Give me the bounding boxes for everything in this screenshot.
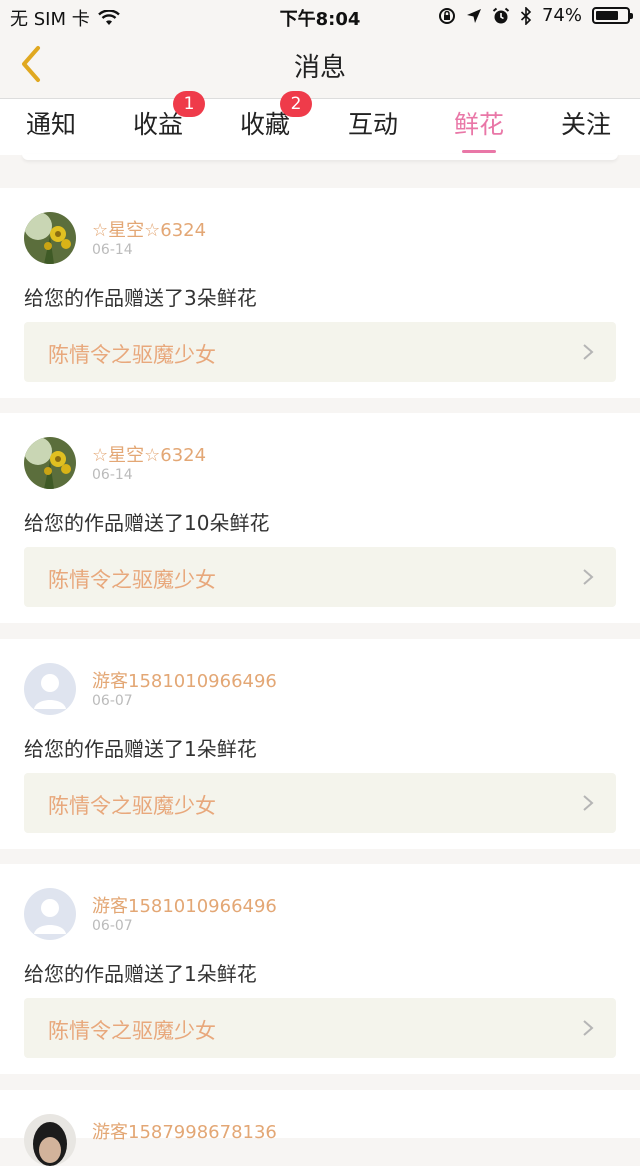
message-date: 06-07 xyxy=(92,693,133,709)
user-avatar[interactable] xyxy=(24,437,76,489)
message-text: 给您的作品赠送了1朵鲜花 xyxy=(24,962,257,986)
default-user-avatar-icon xyxy=(24,663,76,715)
tab-label: 关注 xyxy=(561,110,612,139)
message-card: ☆星空☆6324 06-14 给您的作品赠送了3朵鲜花 陈情令之驱魔少女 xyxy=(0,188,640,398)
flower-photo-avatar-icon xyxy=(24,437,76,489)
tab-label: 互动 xyxy=(348,110,399,139)
message-text: 给您的作品赠送了1朵鲜花 xyxy=(24,737,257,761)
chevron-right-icon xyxy=(583,795,594,811)
alarm-icon xyxy=(492,7,510,23)
message-date: 06-07 xyxy=(92,918,133,934)
tab-bar: 通知 收益 1 收藏 2 互动 鲜花 关注 xyxy=(0,91,640,155)
tab-label: 通知 xyxy=(26,110,77,139)
tab-interactions[interactable]: 互动 xyxy=(348,105,398,141)
username[interactable]: 游客1587998678136 xyxy=(92,1118,277,1144)
tab-label: 收益 xyxy=(133,110,184,139)
unread-badge: 2 xyxy=(280,91,313,117)
user-avatar[interactable] xyxy=(24,1114,76,1166)
message-text: 给您的作品赠送了10朵鲜花 xyxy=(24,511,270,535)
work-title: 陈情令之驱魔少女 xyxy=(48,794,216,818)
tab-favorites[interactable]: 收藏 2 xyxy=(240,91,313,141)
message-card: ☆星空☆6324 06-14 给您的作品赠送了10朵鲜花 陈情令之驱魔少女 xyxy=(0,413,640,623)
work-link[interactable]: 陈情令之驱魔少女 xyxy=(24,547,616,607)
active-tab-indicator xyxy=(462,150,497,153)
bluetooth-icon xyxy=(520,6,532,25)
chevron-right-icon xyxy=(583,1020,594,1036)
username[interactable]: 游客1581010966496 xyxy=(92,892,277,918)
tab-label: 鲜花 xyxy=(454,110,505,139)
work-link[interactable]: 陈情令之驱魔少女 xyxy=(24,773,616,833)
message-card: 游客1587998678136 xyxy=(0,1090,640,1166)
photo-avatar-icon xyxy=(24,1114,76,1166)
work-link[interactable]: 陈情令之驱魔少女 xyxy=(24,322,616,382)
work-link[interactable]: 陈情令之驱魔少女 xyxy=(24,998,616,1058)
default-user-avatar-icon xyxy=(24,888,76,940)
message-text: 给您的作品赠送了3朵鲜花 xyxy=(24,286,257,310)
battery-percent: 74% xyxy=(541,5,582,26)
message-card: 游客1581010966496 06-07 给您的作品赠送了1朵鲜花 陈情令之驱… xyxy=(0,639,640,849)
chevron-right-icon xyxy=(583,569,594,585)
tab-earnings[interactable]: 收益 1 xyxy=(133,91,206,141)
navigation-bar: 消息 xyxy=(0,32,640,98)
location-icon xyxy=(466,8,481,23)
tab-label: 收藏 xyxy=(240,110,291,139)
message-card: 游客1581010966496 06-07 给您的作品赠送了1朵鲜花 陈情令之驱… xyxy=(0,864,640,1074)
battery-icon xyxy=(592,7,633,24)
page-title: 消息 xyxy=(293,53,346,83)
username[interactable]: 游客1581010966496 xyxy=(92,667,277,693)
message-date: 06-14 xyxy=(92,242,133,258)
user-avatar[interactable] xyxy=(24,663,76,715)
user-avatar[interactable] xyxy=(24,212,76,264)
chevron-right-icon xyxy=(583,344,594,360)
work-title: 陈情令之驱魔少女 xyxy=(48,568,216,592)
tab-flowers[interactable]: 鲜花 xyxy=(454,105,505,153)
status-bar: 无 SIM 卡 下午8:04 74% xyxy=(0,0,640,32)
unread-badge: 1 xyxy=(173,91,206,117)
tab-notifications[interactable]: 通知 xyxy=(26,105,76,141)
rotation-lock-icon xyxy=(438,7,455,24)
work-title: 陈情令之驱魔少女 xyxy=(48,1019,216,1043)
tab-following[interactable]: 关注 xyxy=(561,105,611,141)
user-avatar[interactable] xyxy=(24,888,76,940)
tab-bar-shadow xyxy=(22,154,618,160)
work-title: 陈情令之驱魔少女 xyxy=(48,343,216,367)
username[interactable]: ☆星空☆6324 xyxy=(92,216,206,242)
username[interactable]: ☆星空☆6324 xyxy=(92,441,206,467)
flower-photo-avatar-icon xyxy=(24,212,76,264)
message-date: 06-14 xyxy=(92,467,133,483)
